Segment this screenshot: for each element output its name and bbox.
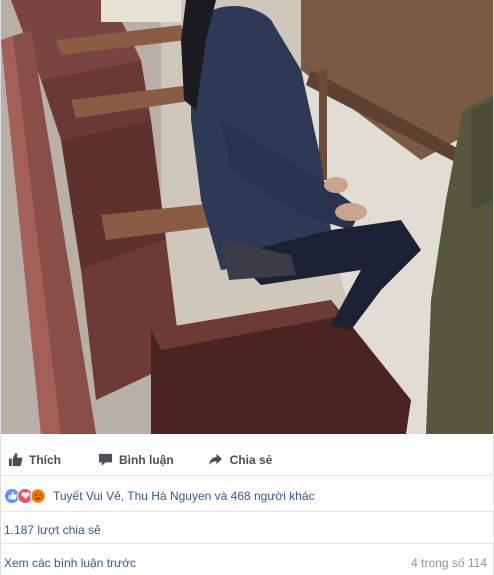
share-label: Chia sẻ: [229, 452, 273, 467]
post-photo[interactable]: [1, 0, 493, 434]
shares-count-text[interactable]: 1.187 lượt chia sẻ: [4, 523, 101, 537]
courtroom-photo-illustration: [1, 0, 493, 434]
thumbs-up-icon: [7, 452, 23, 468]
shares-count[interactable]: 1.187 lượt chia sẻ: [1, 516, 493, 544]
comment-icon: [97, 452, 113, 468]
share-button[interactable]: Chia sẻ: [204, 446, 277, 474]
reaction-icons: [4, 487, 46, 504]
comments-header: Xem các bình luận trước 4 trong số 114: [1, 551, 493, 575]
reactions-summary[interactable]: Tuyết Vui Vẻ, Thu Hà Nguyen và 468 người…: [1, 480, 493, 512]
like-button[interactable]: Thích: [3, 446, 65, 474]
angry-reaction-icon: [30, 487, 46, 504]
comments-count: 4 trong số 114: [411, 556, 487, 570]
comment-button[interactable]: Bình luận: [93, 446, 178, 474]
comment-label: Bình luận: [119, 452, 174, 467]
facebook-post: Thích Bình luận Chia sẻ Tuyết Vui Vẻ, Th…: [0, 0, 494, 575]
like-label: Thích: [29, 452, 61, 467]
share-arrow-icon: [208, 452, 224, 468]
reactions-summary-text[interactable]: Tuyết Vui Vẻ, Thu Hà Nguyen và 468 người…: [53, 489, 315, 503]
post-action-bar: Thích Bình luận Chia sẻ: [1, 444, 493, 476]
view-previous-comments-link[interactable]: Xem các bình luận trước: [4, 556, 136, 570]
